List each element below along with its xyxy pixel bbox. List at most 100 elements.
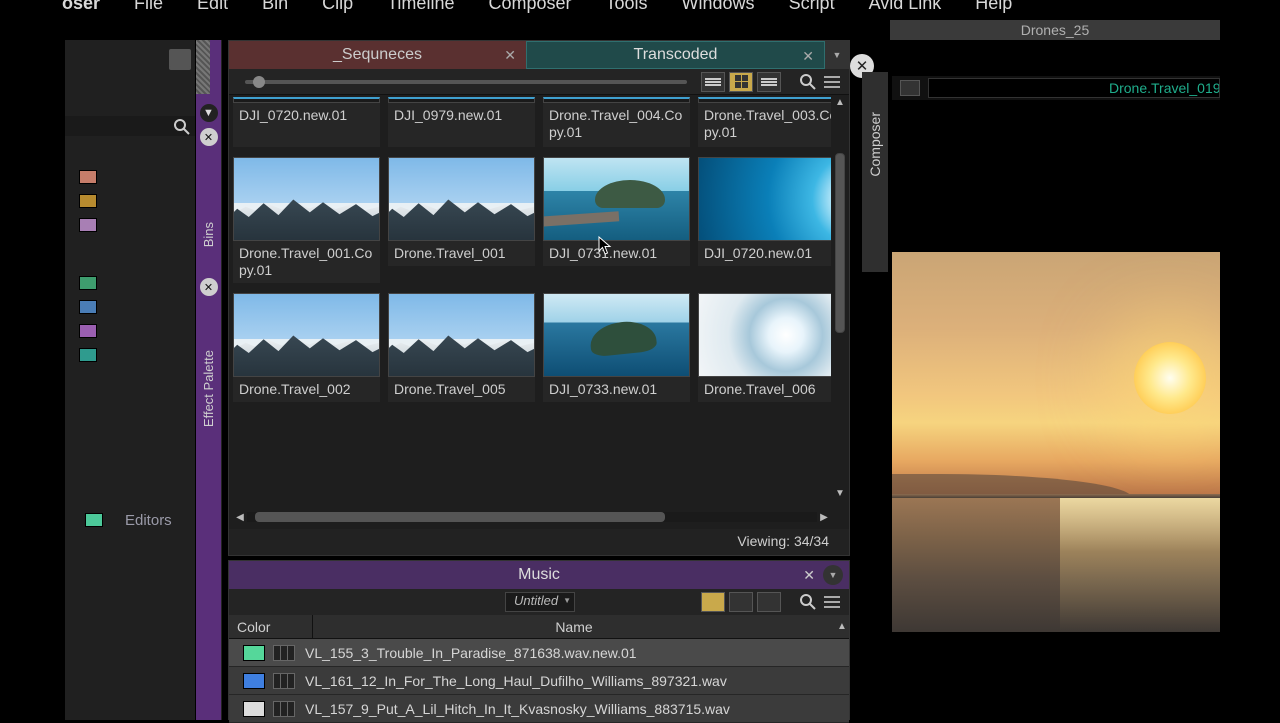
- scroll-down-icon[interactable]: ▼: [835, 488, 845, 499]
- menu-file[interactable]: File: [132, 0, 165, 14]
- clip-item[interactable]: Drone.Travel_004.Copy.01: [543, 97, 690, 147]
- music-toolbar: Untitled: [229, 589, 849, 615]
- menu-bin[interactable]: Bin: [260, 0, 290, 14]
- bin-toolbar: [229, 69, 849, 95]
- composer-header: Drone.Travel_019: [892, 76, 1220, 100]
- drag-handle-icon[interactable]: [196, 40, 210, 94]
- clip-item[interactable]: Drone.Travel_001: [388, 157, 535, 283]
- scroll-up-icon[interactable]: ▲: [835, 615, 849, 638]
- menu-timeline[interactable]: Timeline: [385, 0, 456, 14]
- table-row[interactable]: VL_155_3_Trouble_In_Paradise_871638.wav.…: [229, 639, 849, 667]
- editors-label[interactable]: Editors: [125, 512, 172, 529]
- frame-view-button[interactable]: [729, 592, 753, 612]
- color-swatch[interactable]: [79, 218, 97, 232]
- rail-effect-palette-tab[interactable]: Effect Palette: [201, 350, 216, 427]
- project-title: Drones_25: [890, 20, 1220, 40]
- color-swatch[interactable]: [85, 513, 103, 527]
- scroll-up-icon[interactable]: ▲: [835, 97, 845, 108]
- clip-item[interactable]: Drone.Travel_001.Copy.01: [233, 157, 380, 283]
- rail-bins-tab[interactable]: Bins: [201, 222, 216, 247]
- text-view-button[interactable]: [701, 72, 725, 92]
- menu-windows[interactable]: Windows: [680, 0, 757, 14]
- rail-close-icon[interactable]: ✕: [200, 278, 218, 296]
- menu-clip[interactable]: Clip: [320, 0, 355, 14]
- script-view-button[interactable]: [757, 72, 781, 92]
- color-swatch[interactable]: [79, 324, 97, 338]
- clip-item[interactable]: Drone.Travel_003.Copy.01: [698, 97, 831, 147]
- color-swatch[interactable]: [79, 194, 97, 208]
- color-swatch[interactable]: [243, 701, 265, 717]
- color-swatch[interactable]: [79, 300, 97, 314]
- clip-item[interactable]: DJI_0720.new.01: [698, 157, 831, 283]
- music-bin: Music ✕ ▼ Untitled Color Name ▲ VL_155_3…: [228, 560, 850, 720]
- color-swatch[interactable]: [243, 673, 265, 689]
- menu-tools[interactable]: Tools: [604, 0, 650, 14]
- left-search[interactable]: [65, 116, 195, 136]
- clip-item[interactable]: Drone.Travel_002: [233, 293, 380, 402]
- vertical-scrollbar[interactable]: ▲ ▼: [833, 97, 847, 499]
- composer-label: Composer: [867, 112, 883, 177]
- table-row[interactable]: VL_157_9_Put_A_Lil_Hitch_In_It_Kvasnosky…: [229, 695, 849, 723]
- sun-icon: [1134, 342, 1206, 414]
- bin-tabs: _Sequneces ✕ Transcoded ✕ ▼: [229, 41, 849, 69]
- table-row[interactable]: VL_161_12_In_For_The_Long_Haul_Dufilho_W…: [229, 667, 849, 695]
- menu-composer[interactable]: Composer: [486, 0, 573, 14]
- close-icon[interactable]: ✕: [504, 47, 516, 64]
- audio-clip-icon: [273, 701, 295, 717]
- composer-clip-name[interactable]: Drone.Travel_019: [928, 78, 1220, 98]
- close-icon[interactable]: ✕: [803, 567, 815, 584]
- clip-label: DJI_0731.new.01: [543, 241, 690, 266]
- clip-item[interactable]: DJI_0731.new.01: [543, 157, 690, 283]
- composer-viewer[interactable]: [892, 252, 1220, 632]
- clip-item[interactable]: DJI_0979.new.01: [388, 97, 535, 147]
- frame-view-button[interactable]: [729, 72, 753, 92]
- clip-label: Drone.Travel_004.Copy.01: [543, 103, 690, 147]
- music-titlebar[interactable]: Music ✕ ▼: [229, 561, 849, 589]
- col-color[interactable]: Color: [229, 615, 313, 638]
- bin-view-dropdown[interactable]: Untitled: [505, 592, 575, 612]
- clip-item[interactable]: DJI_0720.new.01: [233, 97, 380, 147]
- tab-label: Transcoded: [634, 46, 718, 64]
- script-view-button[interactable]: [757, 592, 781, 612]
- panel-menu-icon[interactable]: [169, 52, 191, 70]
- film-icon[interactable]: [900, 80, 920, 96]
- color-swatch[interactable]: [79, 348, 97, 362]
- horizontal-scrollbar[interactable]: ◀ ▶: [233, 509, 831, 525]
- clip-item[interactable]: Drone.Travel_006: [698, 293, 831, 402]
- color-swatch[interactable]: [79, 276, 97, 290]
- clip-label: DJI_0979.new.01: [388, 103, 535, 147]
- left-panel: Editors: [65, 40, 195, 720]
- fast-menu-icon[interactable]: [821, 592, 843, 612]
- scroll-left-icon[interactable]: ◀: [233, 512, 247, 523]
- menu-help[interactable]: Help: [973, 0, 1014, 14]
- fast-menu-icon[interactable]: [821, 72, 843, 92]
- clip-item[interactable]: Drone.Travel_005: [388, 293, 535, 402]
- color-swatch[interactable]: [79, 170, 97, 184]
- tab-dropdown-icon[interactable]: ▼: [825, 41, 849, 69]
- thumbnail-size-slider[interactable]: [235, 80, 697, 84]
- color-swatch[interactable]: [243, 645, 265, 661]
- text-view-button[interactable]: [701, 592, 725, 612]
- search-icon[interactable]: [799, 593, 817, 611]
- rail-toggle-icon[interactable]: ▼: [200, 104, 218, 122]
- audio-clip-icon: [273, 673, 295, 689]
- bin-window: _Sequneces ✕ Transcoded ✕ ▼ DJI_0720.new…: [228, 40, 850, 556]
- tab-sequences[interactable]: _Sequneces ✕: [229, 41, 526, 69]
- close-icon[interactable]: ✕: [802, 48, 814, 65]
- side-rail: ▼ ✕ Bins ✕ Effect Palette: [196, 40, 222, 720]
- tab-transcoded[interactable]: Transcoded ✕: [526, 41, 825, 69]
- clip-item[interactable]: DJI_0733.new.01: [543, 293, 690, 402]
- scroll-thumb[interactable]: [835, 153, 845, 333]
- clip-label: Drone.Travel_006: [698, 377, 831, 402]
- col-name[interactable]: Name: [313, 615, 835, 638]
- scroll-thumb[interactable]: [255, 512, 665, 522]
- search-icon[interactable]: [799, 73, 817, 91]
- rail-close-icon[interactable]: ✕: [200, 128, 218, 146]
- menu-avid-link[interactable]: Avid Link: [867, 0, 944, 14]
- menu-script[interactable]: Script: [787, 0, 837, 14]
- audio-clip-icon: [273, 645, 295, 661]
- menu-edit[interactable]: Edit: [195, 0, 230, 14]
- menu-bar: oser File Edit Bin Clip Timeline Compose…: [0, 0, 1280, 14]
- dropdown-icon[interactable]: ▼: [823, 565, 843, 585]
- scroll-right-icon[interactable]: ▶: [817, 512, 831, 523]
